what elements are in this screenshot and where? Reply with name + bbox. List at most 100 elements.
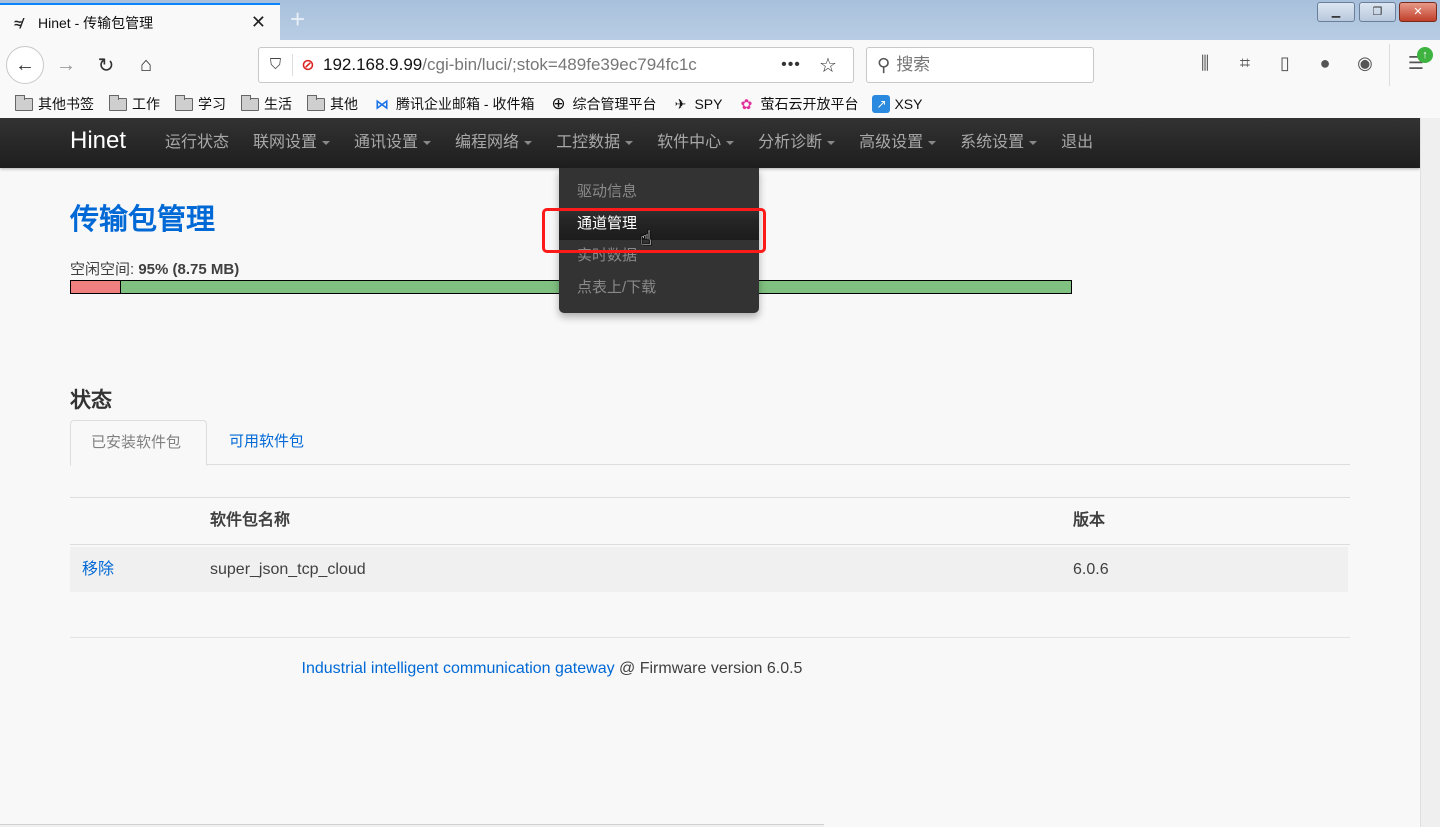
footer-divider bbox=[70, 637, 1350, 638]
menu-item-logout[interactable]: 退出 bbox=[1049, 118, 1105, 168]
minimize-window-button[interactable]: ▁ bbox=[1317, 2, 1355, 22]
bookmark-label: 生活 bbox=[264, 94, 292, 114]
menu-item-advanced[interactable]: 高级设置 bbox=[847, 118, 948, 168]
bookmark-item[interactable]: ⊕综合管理平台 bbox=[548, 94, 656, 114]
package-version: 6.0.6 bbox=[1073, 547, 1109, 592]
close-tab-icon[interactable]: ✕ bbox=[251, 12, 266, 33]
tencent-mail-icon: ⋈ bbox=[372, 97, 392, 112]
url-text[interactable]: 192.168.9.99/cgi-bin/luci/;stok=489fe39e… bbox=[323, 55, 771, 75]
url-path: /cgi-bin/luci/;stok=489fe39ec794fc1c bbox=[422, 55, 697, 74]
menu-label: 运行状态 bbox=[165, 134, 229, 151]
bookmark-item[interactable]: ⋈腾讯企业邮箱 - 收件箱 bbox=[372, 94, 534, 114]
tab-available-packages[interactable]: 可用软件包 bbox=[209, 420, 324, 465]
bookmark-item[interactable]: 生活 bbox=[240, 94, 292, 114]
bookmark-star-icon[interactable]: ☆ bbox=[811, 53, 845, 78]
insecure-lock-icon[interactable]: ⊘ bbox=[293, 55, 323, 75]
forward-button[interactable]: → bbox=[48, 47, 84, 83]
account-icon[interactable]: ◉ bbox=[1353, 53, 1377, 74]
browser-tab[interactable]: ≉ Hinet - 传输包管理 ✕ bbox=[0, 3, 280, 40]
arrow-left-icon: ← bbox=[15, 54, 35, 77]
bookmark-label: XSY bbox=[894, 96, 922, 112]
menu-item-software[interactable]: 软件中心 bbox=[645, 118, 746, 168]
bookmark-item[interactable]: ↗XSY bbox=[872, 95, 922, 113]
library-icon[interactable]: ⫼ bbox=[1193, 53, 1217, 74]
bookmark-item[interactable]: 学习 bbox=[174, 94, 226, 114]
ezviz-icon: ✿ bbox=[736, 97, 756, 112]
menu-label: 高级设置 bbox=[859, 134, 923, 151]
caret-down-icon bbox=[625, 141, 633, 145]
menu-item-industrial-data[interactable]: 工控数据 bbox=[544, 118, 645, 168]
hinet-logo-icon: ≉ bbox=[14, 15, 32, 31]
footer-link[interactable]: Industrial intelligent communication gat… bbox=[302, 660, 615, 677]
bookmark-item[interactable]: 其他书签 bbox=[14, 94, 94, 114]
folder-icon bbox=[240, 97, 260, 112]
main-menu: 运行状态 联网设置 通讯设置 编程网络 工控数据 软件中心 分析诊断 高级设置 … bbox=[153, 118, 1105, 168]
caret-down-icon bbox=[423, 141, 431, 145]
chat-bubble-icon[interactable]: ● bbox=[1313, 53, 1337, 74]
caret-down-icon bbox=[726, 141, 734, 145]
table-row: 移除 super_json_tcp_cloud 6.0.6 bbox=[70, 547, 1348, 592]
dropdown-item-channel-management[interactable]: 通道管理 bbox=[559, 208, 759, 240]
dropdown-item-point-table-transfer[interactable]: 点表上/下载 bbox=[559, 272, 759, 304]
search-input[interactable] bbox=[896, 55, 1076, 75]
vertical-scrollbar[interactable] bbox=[1420, 118, 1440, 827]
industrial-data-dropdown: 驱动信息 通道管理 实时数据 点表上/下载 bbox=[559, 168, 759, 313]
brand-logo[interactable]: Hinet bbox=[70, 127, 126, 155]
folder-icon bbox=[306, 97, 326, 112]
bookmark-label: 其他 bbox=[330, 94, 358, 114]
bookmark-label: 综合管理平台 bbox=[572, 94, 656, 114]
bookmark-label: 工作 bbox=[132, 94, 160, 114]
hand-cursor-icon: ☝ bbox=[640, 226, 652, 251]
menu-label: 工控数据 bbox=[556, 134, 620, 151]
caret-down-icon bbox=[1029, 141, 1037, 145]
new-tab-button[interactable]: + bbox=[290, 6, 305, 32]
menu-item-status[interactable]: 运行状态 bbox=[153, 118, 241, 168]
page-title: 传输包管理 bbox=[70, 196, 215, 238]
bookmark-item[interactable]: 工作 bbox=[108, 94, 160, 114]
url-bar[interactable]: ⛉ ⊘ 192.168.9.99/cgi-bin/luci/;stok=489f… bbox=[258, 47, 854, 83]
tab-installed-packages[interactable]: 已安装软件包 bbox=[70, 420, 207, 466]
menu-item-network[interactable]: 联网设置 bbox=[241, 118, 342, 168]
dropdown-item-driver-info[interactable]: 驱动信息 bbox=[559, 176, 759, 208]
folder-icon bbox=[174, 97, 194, 112]
home-icon: ⌂ bbox=[140, 54, 152, 77]
search-icon: ⚲ bbox=[877, 55, 890, 76]
home-button[interactable]: ⌂ bbox=[128, 47, 164, 83]
reload-button[interactable]: ↻ bbox=[88, 47, 124, 83]
tab-title: Hinet - 传输包管理 bbox=[38, 13, 153, 33]
dropdown-item-realtime-data[interactable]: 实时数据 bbox=[559, 240, 759, 272]
screenshot-crop-icon[interactable]: ⌗ bbox=[1233, 53, 1257, 74]
page-actions-icon[interactable]: ••• bbox=[771, 56, 811, 74]
sidebar-icon[interactable]: ▯ bbox=[1273, 53, 1297, 74]
bookmark-item[interactable]: ✿萤石云开放平台 bbox=[736, 94, 858, 114]
menu-item-system[interactable]: 系统设置 bbox=[948, 118, 1049, 168]
caret-down-icon bbox=[928, 141, 936, 145]
remove-package-link[interactable]: 移除 bbox=[82, 547, 114, 592]
page-content: Hinet 运行状态 联网设置 通讯设置 编程网络 工控数据 软件中心 分析诊断… bbox=[0, 118, 1420, 827]
back-button[interactable]: ← bbox=[6, 46, 44, 84]
menu-label: 通讯设置 bbox=[354, 134, 418, 151]
package-name: super_json_tcp_cloud bbox=[210, 547, 366, 592]
footer: Industrial intelligent communication gat… bbox=[0, 660, 1420, 678]
bookmark-item[interactable]: ✈SPY bbox=[670, 96, 722, 112]
menu-label: 编程网络 bbox=[455, 134, 519, 151]
arrow-right-icon: → bbox=[56, 54, 76, 77]
menu-item-comm[interactable]: 通讯设置 bbox=[342, 118, 443, 168]
folder-icon bbox=[14, 97, 34, 112]
bookmark-item[interactable]: 其他 bbox=[306, 94, 358, 114]
close-window-button[interactable]: ✕ bbox=[1399, 2, 1437, 22]
url-host: 192.168.9.99 bbox=[323, 55, 422, 74]
free-space-value: 95% (8.75 MB) bbox=[138, 261, 239, 278]
menu-item-diagnostics[interactable]: 分析诊断 bbox=[746, 118, 847, 168]
menu-label: 联网设置 bbox=[253, 134, 317, 151]
restore-window-button[interactable]: ❐ bbox=[1359, 2, 1396, 22]
menu-item-programming[interactable]: 编程网络 bbox=[443, 118, 544, 168]
menu-label: 系统设置 bbox=[960, 134, 1024, 151]
toolbar-separator bbox=[1389, 44, 1390, 86]
menu-label: 软件中心 bbox=[657, 134, 721, 151]
tracking-shield-icon[interactable]: ⛉ bbox=[259, 54, 293, 76]
search-bar[interactable]: ⚲ bbox=[866, 47, 1094, 83]
menu-label: 退出 bbox=[1061, 134, 1093, 151]
packages-table: 软件包名称 版本 移除 super_json_tcp_cloud 6.0.6 bbox=[70, 497, 1350, 592]
caret-down-icon bbox=[322, 141, 330, 145]
